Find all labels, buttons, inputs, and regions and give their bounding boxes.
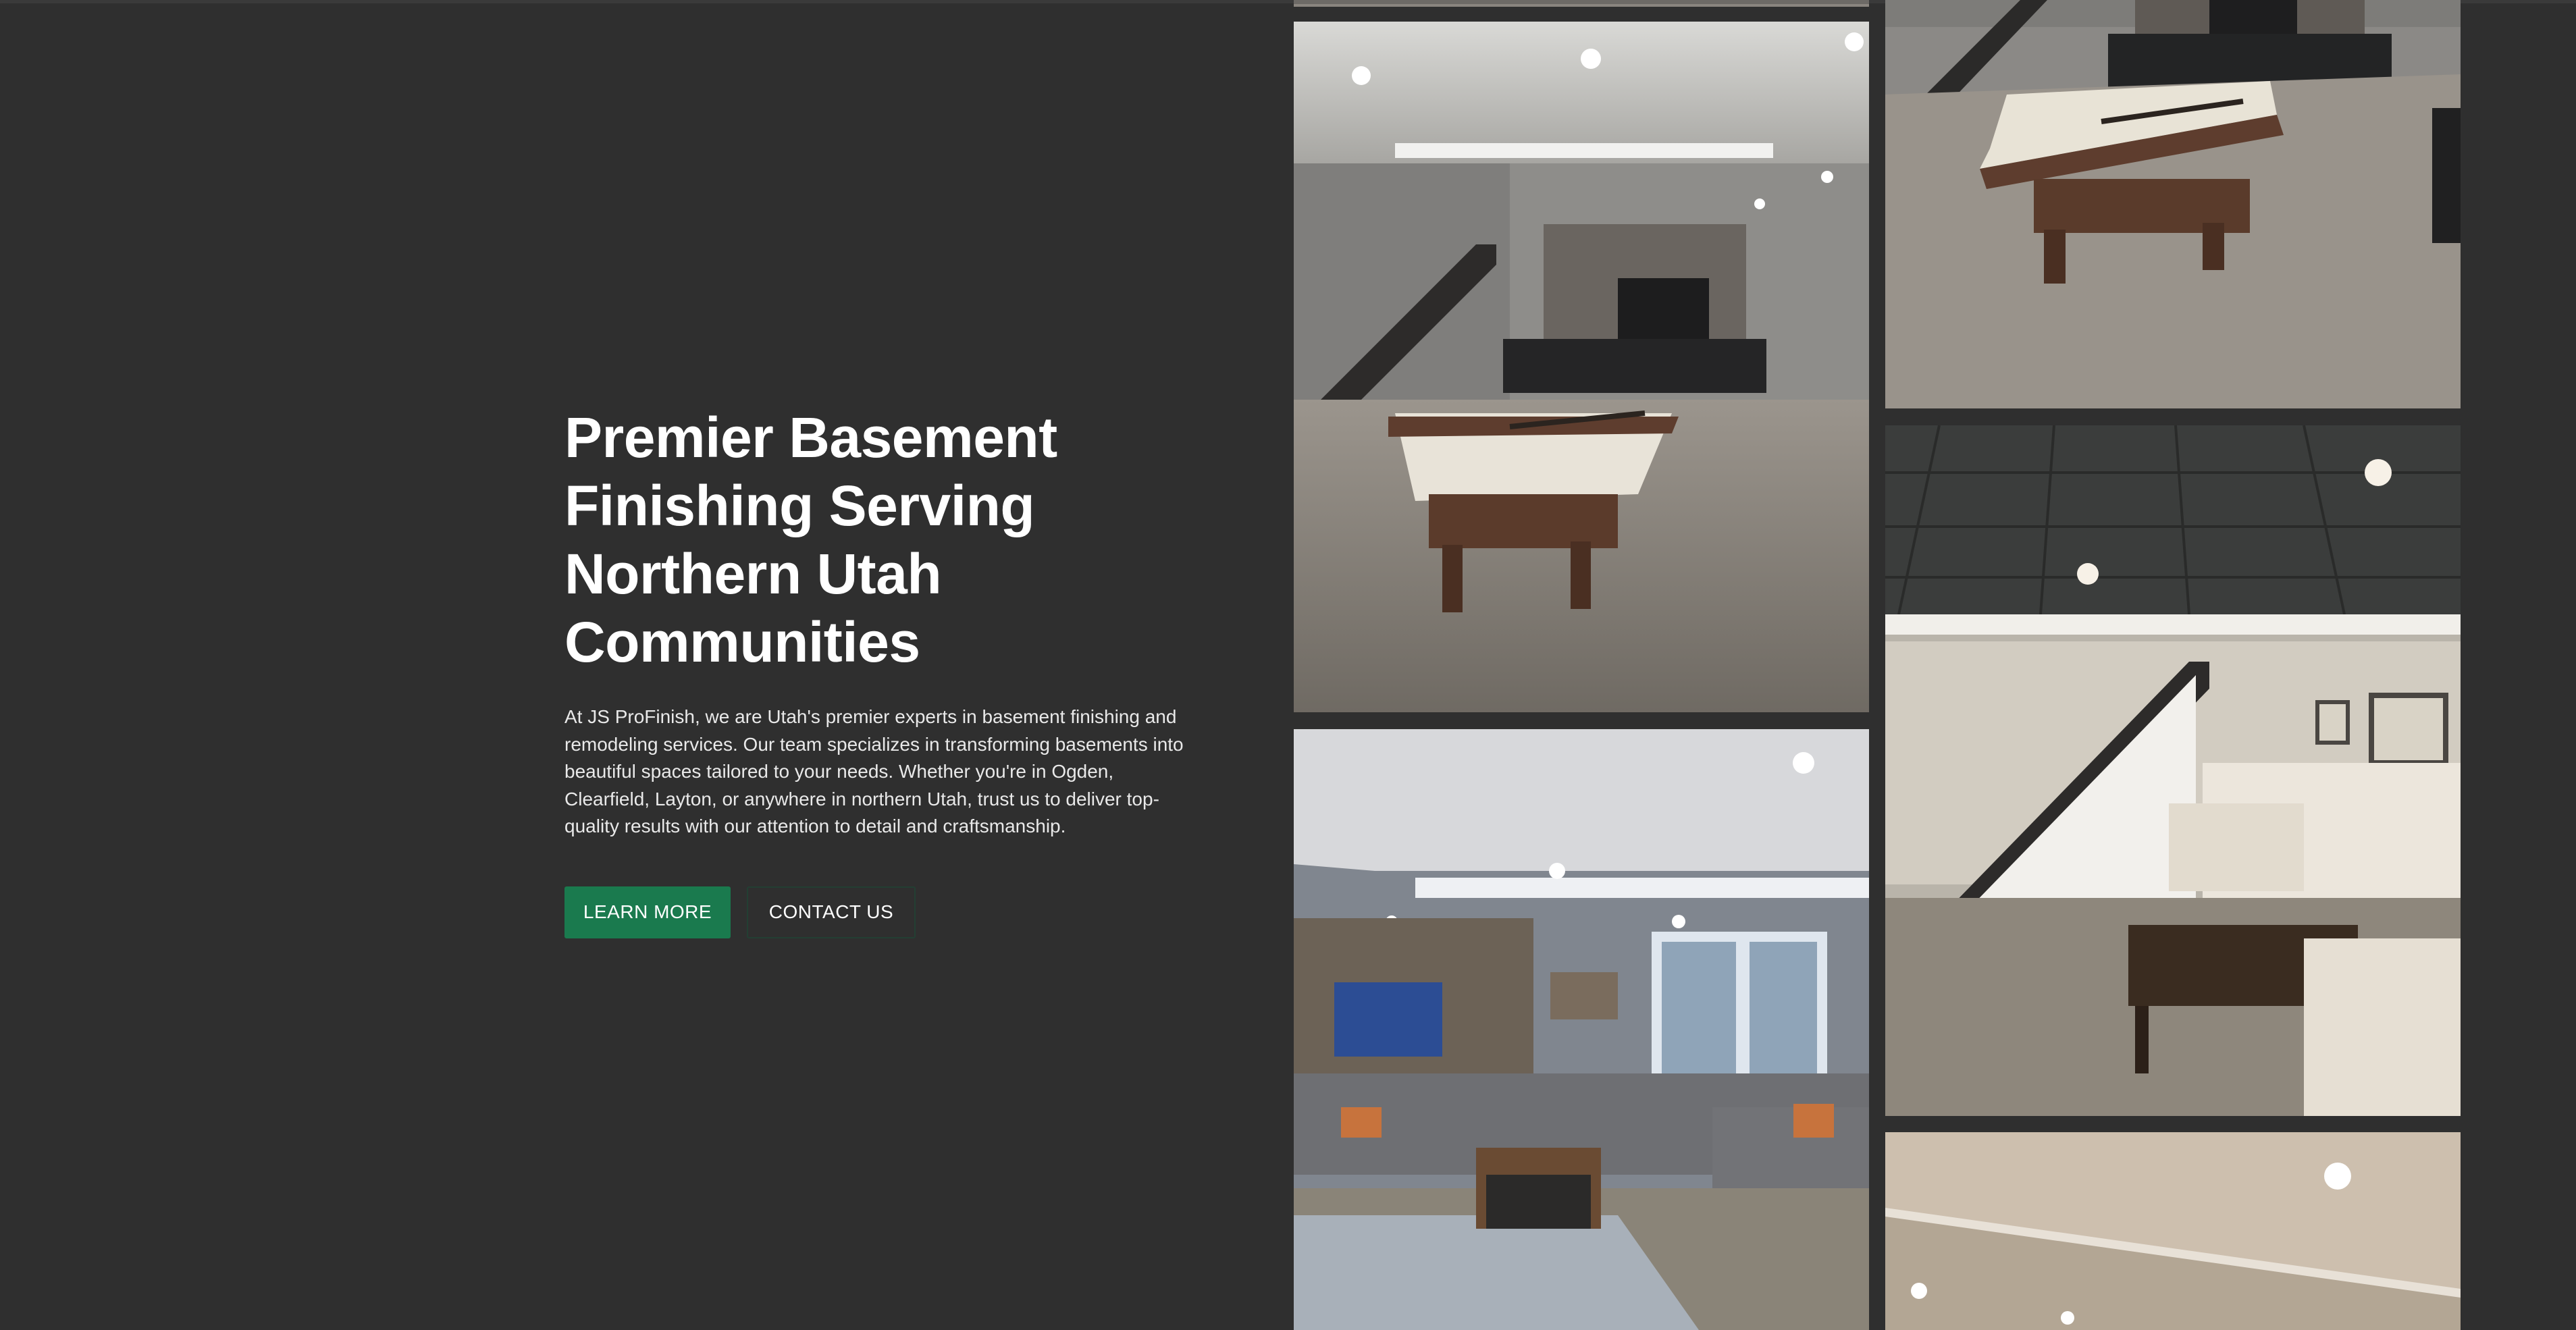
contact-us-button[interactable]: CONTACT US	[747, 886, 916, 938]
learn-more-button[interactable]: LEARN MORE	[564, 886, 731, 938]
hero-title-line: Finishing Serving	[564, 474, 1035, 537]
hero-description-line: remodeling services. Our team specialize…	[564, 733, 1184, 755]
hero-title-line: Premier Basement	[564, 406, 1057, 469]
hero-title-line: Communities	[564, 610, 920, 674]
basement-billiards-stone-wall-photo	[1294, 22, 1869, 712]
basement-ceiling-lights-photo	[1885, 1132, 2461, 1330]
hero-description: At JS ProFinish, we are Utah's premier e…	[564, 703, 1213, 841]
hero-description-line: Clearfield, Layton, or anywhere in north…	[564, 788, 1159, 809]
basement-stairs-living-room-photo	[1885, 425, 2461, 1116]
hero-description-line: At JS ProFinish, we are Utah's premier e…	[564, 706, 1177, 727]
hero-description-line: beautiful spaces tailored to your needs.…	[564, 761, 1114, 782]
hero-buttons: LEARN MORE CONTACT US	[564, 886, 1213, 938]
hero-title: Premier Basement Finishing Serving North…	[564, 404, 1213, 676]
hero-section: Premier Basement Finishing Serving North…	[564, 404, 1213, 938]
gallery-image-top-sliver	[1294, 0, 1869, 7]
basement-billiards-sectional-photo	[1885, 0, 2461, 408]
hero-description-line: quality results with our attention to de…	[564, 816, 1066, 836]
basement-sectional-wood-wall-photo	[1294, 729, 1869, 1330]
hero-title-line: Northern Utah	[564, 542, 942, 606]
